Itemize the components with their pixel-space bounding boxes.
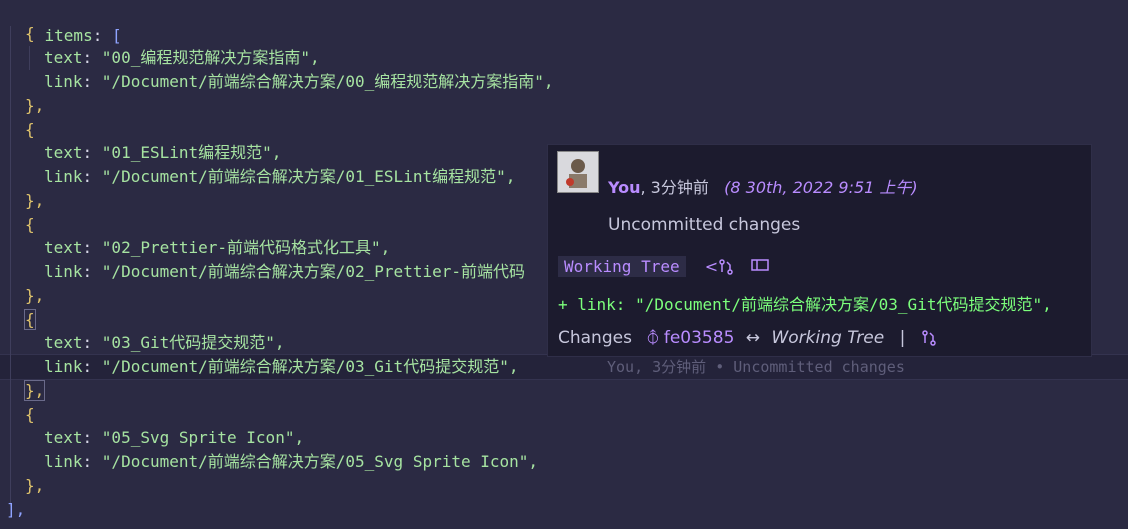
code-line: link: "/Document/前端综合解决方案/02_Prettier-前端… (44, 262, 525, 281)
open-brace: { (25, 120, 35, 139)
code-line: link: "/Document/前端综合解决方案/01_ESLint编程规范"… (44, 167, 516, 186)
compare-icon[interactable] (921, 328, 937, 348)
text-key: text (44, 428, 83, 447)
code-line: text: "03_Git代码提交规范", (44, 333, 285, 352)
code-line: link: "/Document/前端综合解决方案/00_编程规范解决方案指南"… (44, 72, 554, 91)
text-key: text (44, 333, 83, 352)
close-brace: }, (25, 286, 45, 305)
commit-icon: ⦽ (647, 328, 659, 348)
close-bracket: ], (6, 500, 26, 519)
text-value: "03_Git代码提交规范", (101, 333, 285, 352)
blame-hover-card: You, 3分钟前 (8 30th, 2022 9:51 上午) Uncommi… (547, 144, 1092, 357)
code-line: { (25, 22, 35, 46)
relative-time: , 3分钟前 (640, 178, 709, 197)
link-key: link (44, 262, 83, 281)
text-key: text (44, 48, 83, 67)
open-brace: { (25, 405, 35, 424)
close-brace-matched: }, (23, 380, 46, 401)
items-key: items (44, 26, 93, 45)
open-brace-matched: { (24, 309, 36, 330)
commit-sha-link[interactable]: fe03585 (664, 328, 735, 348)
code-line: { (25, 213, 35, 237)
code-line-current: link: "/Document/前端综合解决方案/03_Git代码提交规范", (44, 357, 519, 376)
code-line: { (25, 403, 35, 427)
open-brace: { (25, 215, 35, 234)
link-value: "/Document/前端综合解决方案/05_Svg Sprite Icon", (101, 452, 539, 471)
code-line: ], (6, 498, 25, 522)
indent-guide (29, 46, 30, 70)
working-tree-link[interactable]: Working Tree (771, 328, 884, 348)
open-brace: { (25, 24, 35, 43)
commit-message: Uncommitted changes (608, 215, 800, 235)
diff-line-text: + link: "/Document/前端综合解决方案/03_Git代码提交规范… (558, 295, 1052, 314)
link-key: link (44, 452, 83, 471)
code-line: { (24, 308, 36, 332)
text-key: text (44, 143, 83, 162)
open-bracket: [ (111, 26, 122, 45)
open-changes-icon[interactable]: < (705, 257, 734, 276)
code-line: { (25, 118, 35, 142)
diff-line: + link: "/Document/前端综合解决方案/03_Git代码提交规范… (558, 291, 1052, 315)
link-value: "/Document/前端综合解决方案/02_Prettier-前端代码 (101, 262, 525, 281)
code-line: text: "05_Svg Sprite Icon", (44, 428, 305, 447)
author-name[interactable]: You (608, 178, 641, 197)
code-line: text: "01_ESLint编程规范", (44, 143, 282, 162)
link-key: link (44, 72, 83, 91)
close-brace: }, (25, 476, 45, 495)
commit-date: (8 30th, 2022 9:51 上午) (724, 178, 918, 197)
open-file-icon[interactable] (751, 257, 769, 276)
code-line: link: "/Document/前端综合解决方案/05_Svg Sprite … (44, 452, 539, 471)
close-brace: }, (25, 191, 45, 210)
link-value: "/Document/前端综合解决方案/00_编程规范解决方案指南", (101, 72, 554, 91)
link-value: "/Document/前端综合解决方案/03_Git代码提交规范", (101, 357, 519, 376)
text-value: "05_Svg Sprite Icon", (101, 428, 305, 447)
text-value: "02_Prettier-前端代码格式化工具", (101, 238, 391, 257)
text-value: "00_编程规范解决方案指南", (101, 48, 320, 67)
avatar (557, 151, 599, 193)
code-line: }, (25, 189, 44, 213)
code-line: text: "00_编程规范解决方案指南", (44, 48, 320, 67)
text-key: text (44, 238, 83, 257)
colon: : (92, 26, 103, 45)
inline-blame-text: You, 3分钟前 • Uncommitted changes (607, 358, 905, 376)
code-line: text: "02_Prettier-前端代码格式化工具", (44, 238, 391, 257)
working-tree-badge: Working Tree (558, 256, 686, 277)
compare-arrow: ↔ (745, 328, 761, 348)
link-key: link (44, 357, 83, 376)
code-line: }, (25, 94, 44, 118)
code-line: }, (23, 379, 46, 403)
working-tree-row: Working Tree < (558, 256, 769, 277)
indent-guide (10, 26, 11, 506)
inline-blame: You, 3分钟前 • Uncommitted changes (607, 355, 905, 379)
close-brace: }, (25, 96, 45, 115)
text-value: "01_ESLint编程规范", (101, 143, 282, 162)
hover-header: You, 3分钟前 (8 30th, 2022 9:51 上午) (608, 174, 918, 198)
commit-message-text: Uncommitted changes (608, 215, 801, 235)
code-line: }, (25, 284, 44, 308)
separator: | (899, 328, 906, 348)
code-line: }, (25, 474, 44, 498)
link-value: "/Document/前端综合解决方案/01_ESLint编程规范", (101, 167, 516, 186)
changes-label: Changes (558, 328, 632, 348)
code-line: items: [ (6, 0, 122, 45)
link-key: link (44, 167, 83, 186)
changes-row: Changes ⦽ fe03585 ↔ Working Tree | (558, 328, 937, 348)
